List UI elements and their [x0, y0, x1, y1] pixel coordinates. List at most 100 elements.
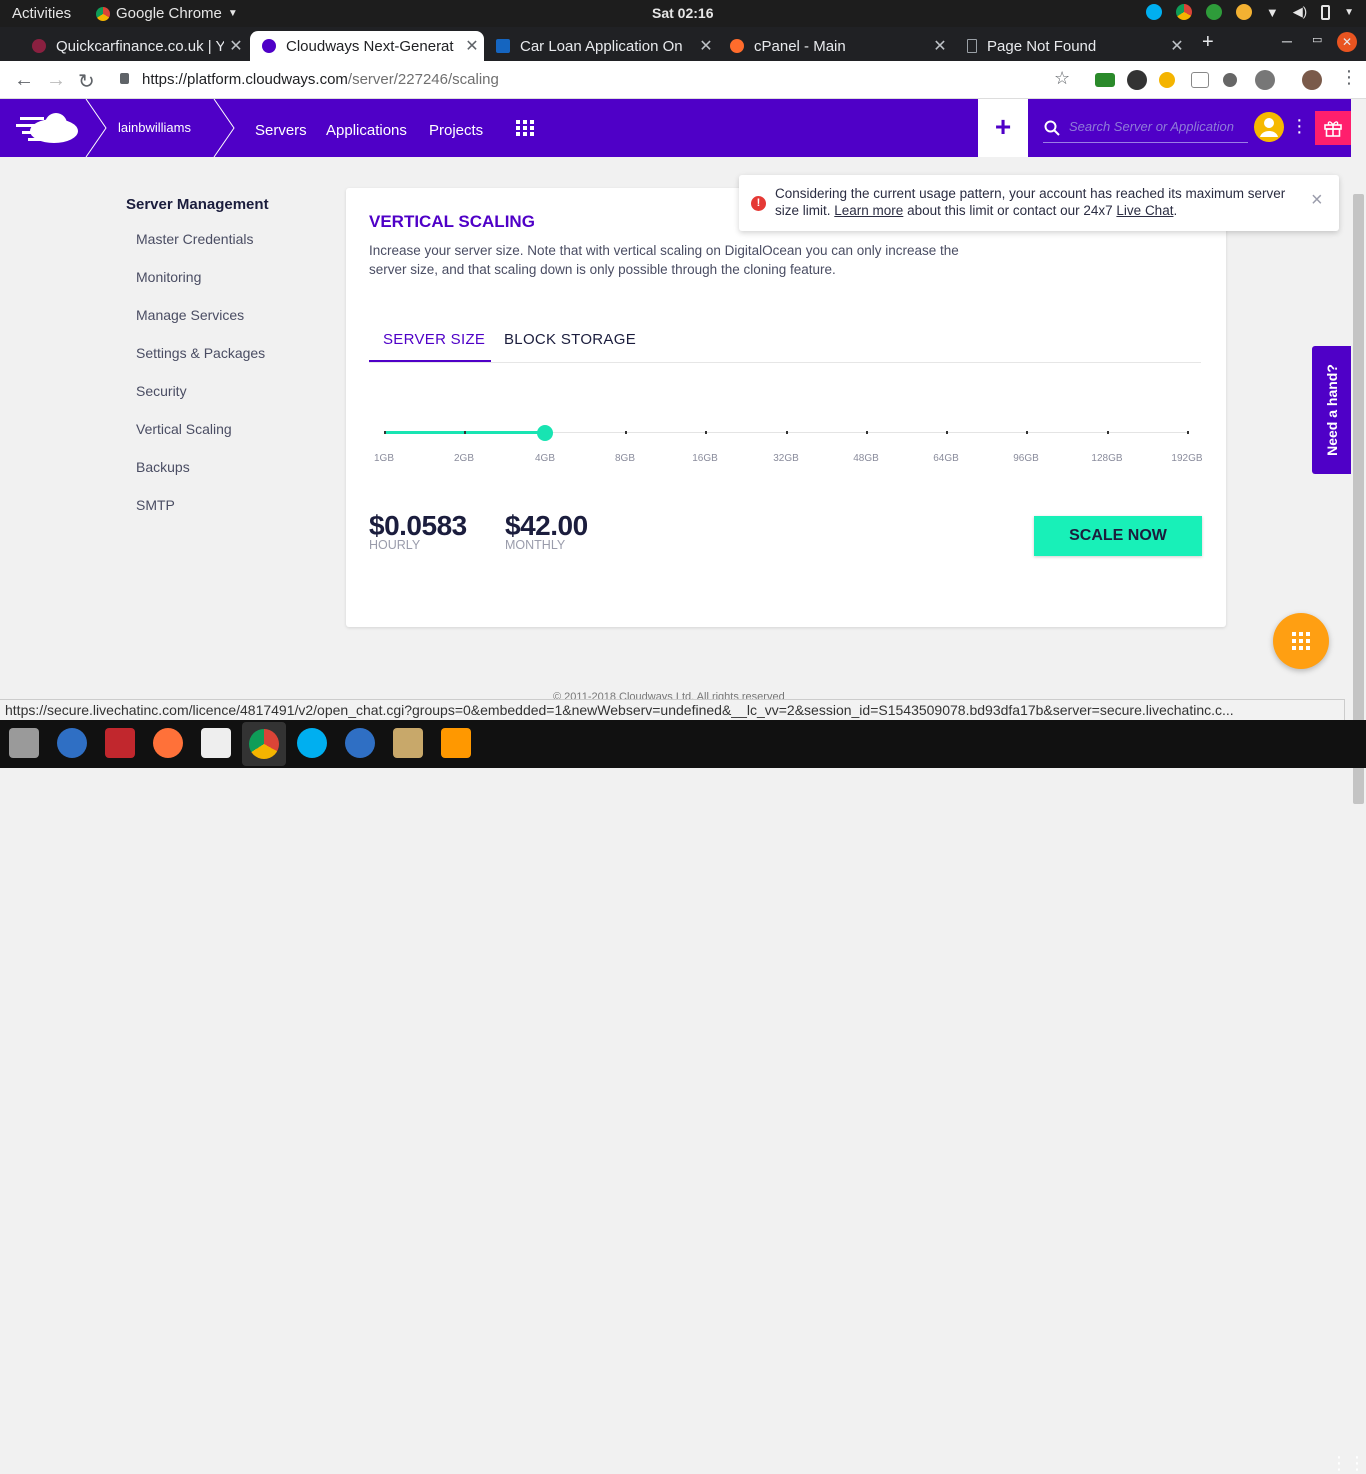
tab-cloudways[interactable]: Cloudways Next-Generat ✕: [250, 31, 484, 61]
slider-tick[interactable]: [866, 431, 868, 434]
wifi-icon[interactable]: ▼: [1266, 5, 1279, 20]
url-path: /server/227246/scaling: [347, 71, 499, 88]
close-icon[interactable]: ×: [1311, 189, 1323, 212]
filezilla-app-icon[interactable]: [105, 728, 135, 758]
volume-icon[interactable]: ◀): [1293, 4, 1307, 20]
need-a-hand-tab[interactable]: Need a hand?: [1312, 346, 1351, 474]
sidebar-item-settings-packages[interactable]: Settings & Packages: [136, 345, 269, 383]
sidebar-item-smtp[interactable]: SMTP: [136, 497, 269, 535]
key-extension-icon[interactable]: [1159, 72, 1175, 88]
battery-icon[interactable]: [1321, 4, 1331, 20]
search-input[interactable]: [1069, 119, 1247, 134]
close-window-button[interactable]: ✕: [1337, 32, 1357, 52]
slider-tick[interactable]: [1026, 431, 1028, 434]
add-button[interactable]: +: [978, 99, 1028, 157]
sidebar-heading: Server Management: [126, 196, 269, 213]
sidebar-item-security[interactable]: Security: [136, 383, 269, 421]
remmina-app-icon-2[interactable]: [345, 728, 375, 758]
app-menu[interactable]: Google Chrome ▼: [96, 5, 238, 22]
close-tab-icon[interactable]: ✕: [1165, 36, 1189, 56]
close-tab-icon[interactable]: ✕: [460, 36, 484, 56]
chrome-menu-icon[interactable]: ⋮: [1340, 67, 1358, 88]
activities-button[interactable]: Activities: [12, 5, 71, 22]
address-bar[interactable]: https://platform.cloudways.com/server/22…: [142, 71, 499, 88]
firefox-app-icon[interactable]: [153, 728, 183, 758]
lock-icon[interactable]: [120, 73, 129, 84]
tab-quickcarfinance[interactable]: Quickcarfinance.co.uk | Y ✕: [20, 31, 248, 61]
close-tab-icon[interactable]: ✕: [928, 36, 952, 56]
color-picker-extension-icon[interactable]: [1223, 73, 1237, 87]
sidebar-item-manage-services[interactable]: Manage Services: [136, 307, 269, 345]
sidebar-item-master-credentials[interactable]: Master Credentials: [136, 231, 269, 269]
server-search[interactable]: [1043, 113, 1248, 143]
archive-manager-app-icon[interactable]: [393, 728, 423, 758]
remmina-app-icon[interactable]: [57, 728, 87, 758]
learn-more-link[interactable]: Learn more: [834, 203, 903, 218]
close-tab-icon[interactable]: ✕: [224, 36, 248, 56]
slider-tick[interactable]: [1187, 431, 1189, 434]
nav-applications[interactable]: Applications: [326, 122, 407, 139]
builtwith-extension-icon[interactable]: [1095, 73, 1115, 87]
tab-car-loan-application[interactable]: Car Loan Application On ✕: [484, 31, 718, 61]
tab-block-storage[interactable]: BLOCK STORAGE: [504, 331, 636, 348]
recycle-tray-icon[interactable]: [1205, 4, 1222, 20]
close-tab-icon[interactable]: ✕: [694, 36, 718, 56]
slider-tick[interactable]: [946, 431, 948, 434]
text-editor-app-icon[interactable]: [201, 728, 231, 758]
new-tab-button[interactable]: +: [1202, 31, 1214, 54]
power-menu-icon[interactable]: ▼: [1344, 7, 1354, 18]
server-size-slider[interactable]: 1GB 2GB 4GB 8GB 16GB 32GB 48GB 64GB 96GB 128GB 192…: [374, 418, 1203, 464]
more-options-icon[interactable]: · · ·: [1296, 110, 1303, 142]
speed-extension-icon[interactable]: [1127, 70, 1147, 90]
ubuntu-dock: ⋮⋮⋮: [0, 720, 1366, 1473]
nav-servers[interactable]: Servers: [255, 122, 307, 139]
slider-tick[interactable]: [1107, 431, 1109, 434]
minimize-button[interactable]: ─: [1282, 33, 1292, 49]
page-scrollbar[interactable]: [1351, 99, 1366, 804]
username-breadcrumb[interactable]: lainbwilliams: [118, 120, 191, 135]
forward-button[interactable]: →: [46, 69, 66, 92]
cloudways-logo-icon[interactable]: [16, 111, 80, 145]
error-icon: !: [751, 196, 766, 211]
sidebar-item-vertical-scaling[interactable]: Vertical Scaling: [136, 421, 269, 459]
chat-widget-button[interactable]: [1273, 613, 1329, 669]
apps-grid-icon[interactable]: [516, 120, 534, 136]
slider-tick[interactable]: [464, 431, 466, 434]
sidebar-item-monitoring[interactable]: Monitoring: [136, 269, 269, 307]
scale-now-button[interactable]: SCALE NOW: [1034, 516, 1202, 556]
slider-tick[interactable]: [705, 431, 707, 434]
chrome-tray-icon[interactable]: [1175, 4, 1192, 20]
nav-projects[interactable]: Projects: [429, 122, 483, 139]
reload-button[interactable]: ↻: [78, 69, 95, 94]
slider-tick[interactable]: [786, 431, 788, 434]
active-tab-underline: [369, 360, 491, 362]
tab-server-size[interactable]: SERVER SIZE: [383, 331, 485, 348]
slider-tick[interactable]: [625, 431, 627, 434]
circle-extension-icon[interactable]: [1255, 70, 1275, 90]
scrollbar-thumb[interactable]: [1353, 194, 1364, 804]
skype-tray-icon[interactable]: [1145, 4, 1162, 20]
weather-tray-icon[interactable]: [1235, 4, 1252, 20]
skype-app-icon[interactable]: [297, 728, 327, 758]
gift-icon[interactable]: [1315, 111, 1351, 145]
slider-tick[interactable]: [384, 431, 386, 434]
chrome-app-icon[interactable]: [242, 722, 286, 766]
user-avatar[interactable]: [1254, 112, 1284, 142]
bookmark-star-icon[interactable]: ☆: [1054, 68, 1070, 89]
show-applications-icon[interactable]: ⋮⋮⋮: [1330, 1453, 1366, 1474]
profile-avatar[interactable]: [1302, 70, 1322, 90]
files-app-icon[interactable]: [9, 728, 39, 758]
clock[interactable]: Sat 02:16: [652, 5, 713, 21]
slider-handle[interactable]: [537, 425, 553, 441]
hourly-price-block: $0.0583 HOURLY: [369, 510, 467, 552]
live-chat-link[interactable]: Live Chat: [1116, 203, 1173, 218]
tab-cpanel[interactable]: cPanel - Main ✕: [718, 31, 952, 61]
system-tray[interactable]: ▼ ◀) ▼: [1145, 4, 1354, 20]
back-button[interactable]: ←: [14, 69, 34, 92]
slider-size-label: 64GB: [933, 453, 959, 464]
maximize-button[interactable]: ▭: [1312, 33, 1322, 46]
tab-page-not-found[interactable]: Page Not Found ✕: [955, 31, 1189, 61]
sidebar-item-backups[interactable]: Backups: [136, 459, 269, 497]
sublime-text-app-icon[interactable]: [441, 728, 471, 758]
json-extension-icon[interactable]: [1191, 72, 1209, 88]
